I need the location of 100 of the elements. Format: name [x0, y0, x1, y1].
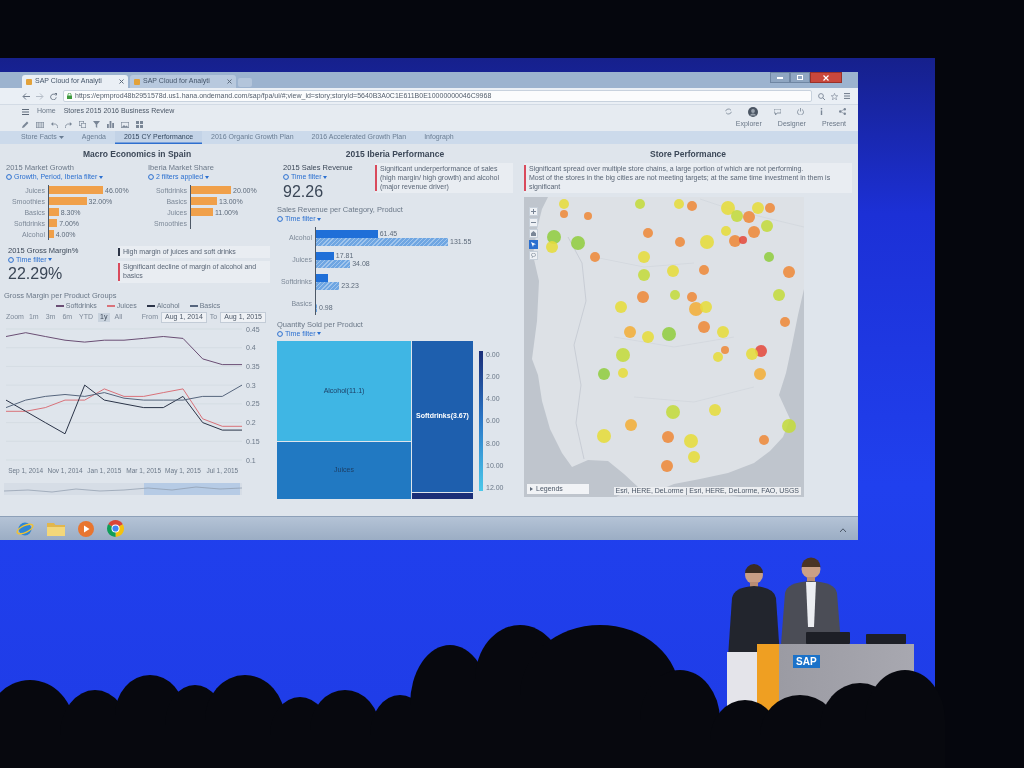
- refresh-icon[interactable]: [725, 108, 732, 115]
- store-marker[interactable]: [675, 237, 685, 248]
- store-marker[interactable]: [597, 429, 611, 444]
- map-tool-button[interactable]: [529, 240, 538, 250]
- store-marker[interactable]: [662, 431, 674, 444]
- store-marker[interactable]: [754, 368, 766, 381]
- store-marker[interactable]: [739, 236, 747, 245]
- funnel-icon[interactable]: [93, 121, 100, 128]
- store-marker[interactable]: [667, 265, 679, 278]
- store-marker[interactable]: [743, 211, 755, 224]
- store-marker[interactable]: [688, 451, 700, 464]
- store-marker[interactable]: [642, 331, 654, 344]
- table-icon[interactable]: [36, 121, 44, 128]
- bar-chart-icon[interactable]: [107, 121, 114, 128]
- store-marker[interactable]: [598, 368, 610, 381]
- store-marker[interactable]: [560, 210, 568, 219]
- store-marker[interactable]: [559, 199, 569, 210]
- store-marker[interactable]: [616, 348, 630, 363]
- store-marker[interactable]: [765, 203, 775, 214]
- store-marker[interactable]: [643, 228, 653, 239]
- store-marker[interactable]: [590, 252, 600, 263]
- store-marker[interactable]: [748, 226, 760, 239]
- store-marker[interactable]: [584, 212, 592, 221]
- caret-icon[interactable]: [48, 258, 53, 262]
- store-marker[interactable]: [713, 352, 723, 363]
- store-marker[interactable]: [687, 292, 697, 303]
- caret-icon[interactable]: [323, 175, 328, 179]
- store-marker[interactable]: [752, 202, 764, 215]
- close-icon[interactable]: [119, 79, 124, 84]
- reload-icon[interactable]: [50, 92, 57, 100]
- store-marker[interactable]: [700, 301, 712, 314]
- range-navigator[interactable]: [4, 483, 242, 496]
- store-marker[interactable]: [764, 252, 774, 263]
- grid-icon[interactable]: [136, 121, 143, 128]
- new-tab-button[interactable]: [238, 78, 252, 87]
- info-icon[interactable]: [820, 108, 823, 115]
- magnifier-icon[interactable]: [818, 92, 825, 100]
- store-marker[interactable]: [684, 434, 698, 449]
- chat-icon[interactable]: [774, 108, 781, 115]
- store-marker[interactable]: [773, 289, 785, 302]
- segmented-circle-icon[interactable]: [107, 520, 124, 537]
- store-marker[interactable]: [546, 241, 558, 254]
- folder-icon[interactable]: [47, 521, 65, 536]
- store-marker[interactable]: [624, 326, 636, 339]
- store-marker[interactable]: [662, 327, 676, 342]
- close-button[interactable]: [810, 72, 842, 83]
- store-marker[interactable]: [746, 348, 758, 361]
- avatar-icon[interactable]: [748, 106, 758, 117]
- caret-icon[interactable]: [317, 217, 322, 221]
- store-marker[interactable]: [700, 235, 714, 250]
- store-marker[interactable]: [709, 404, 721, 417]
- menu-icon[interactable]: [844, 93, 850, 99]
- store-marker[interactable]: [547, 230, 561, 245]
- play-icon[interactable]: [78, 520, 94, 537]
- store-marker[interactable]: [721, 346, 729, 355]
- undo-icon[interactable]: [51, 121, 58, 128]
- store-marker[interactable]: [783, 266, 795, 279]
- caret-icon[interactable]: [205, 175, 210, 179]
- chevron-up-icon[interactable]: [840, 527, 846, 532]
- store-marker[interactable]: [666, 405, 680, 420]
- store-marker[interactable]: [721, 201, 735, 216]
- share-icon[interactable]: [839, 108, 846, 115]
- maximize-button[interactable]: [790, 72, 810, 83]
- store-marker[interactable]: [674, 199, 684, 210]
- store-marker[interactable]: [698, 321, 710, 334]
- store-marker[interactable]: [625, 419, 637, 432]
- store-marker[interactable]: [761, 220, 773, 233]
- store-marker[interactable]: [638, 251, 650, 264]
- store-marker[interactable]: [638, 269, 650, 282]
- store-marker[interactable]: [670, 290, 680, 301]
- store-marker[interactable]: [661, 460, 673, 473]
- redo-icon[interactable]: [65, 121, 72, 128]
- bar: [49, 186, 103, 195]
- pencil-icon[interactable]: [22, 121, 29, 128]
- store-marker[interactable]: [571, 236, 585, 251]
- caret-icon[interactable]: [99, 175, 104, 179]
- store-marker[interactable]: [717, 326, 729, 339]
- menu-icon[interactable]: [22, 108, 29, 115]
- store-marker[interactable]: [759, 435, 769, 446]
- store-marker[interactable]: [687, 201, 697, 212]
- store-marker[interactable]: [618, 368, 628, 379]
- forward-icon[interactable]: [36, 92, 44, 100]
- store-marker[interactable]: [637, 291, 649, 304]
- store-marker[interactable]: [699, 265, 709, 276]
- power-icon[interactable]: [797, 108, 804, 115]
- store-marker[interactable]: [729, 235, 741, 248]
- store-marker[interactable]: [615, 301, 627, 314]
- store-marker[interactable]: [782, 419, 796, 434]
- star-icon[interactable]: [831, 92, 838, 100]
- back-icon[interactable]: [22, 92, 30, 100]
- close-icon[interactable]: [227, 79, 232, 84]
- caret-icon[interactable]: [317, 332, 322, 336]
- copy-icon[interactable]: [79, 121, 86, 128]
- store-marker[interactable]: [721, 226, 731, 237]
- image-icon[interactable]: [121, 121, 129, 128]
- store-marker[interactable]: [780, 317, 790, 328]
- store-marker[interactable]: [689, 302, 703, 317]
- minimize-button[interactable]: [770, 72, 790, 83]
- store-marker[interactable]: [731, 210, 743, 223]
- store-marker[interactable]: [635, 199, 645, 210]
